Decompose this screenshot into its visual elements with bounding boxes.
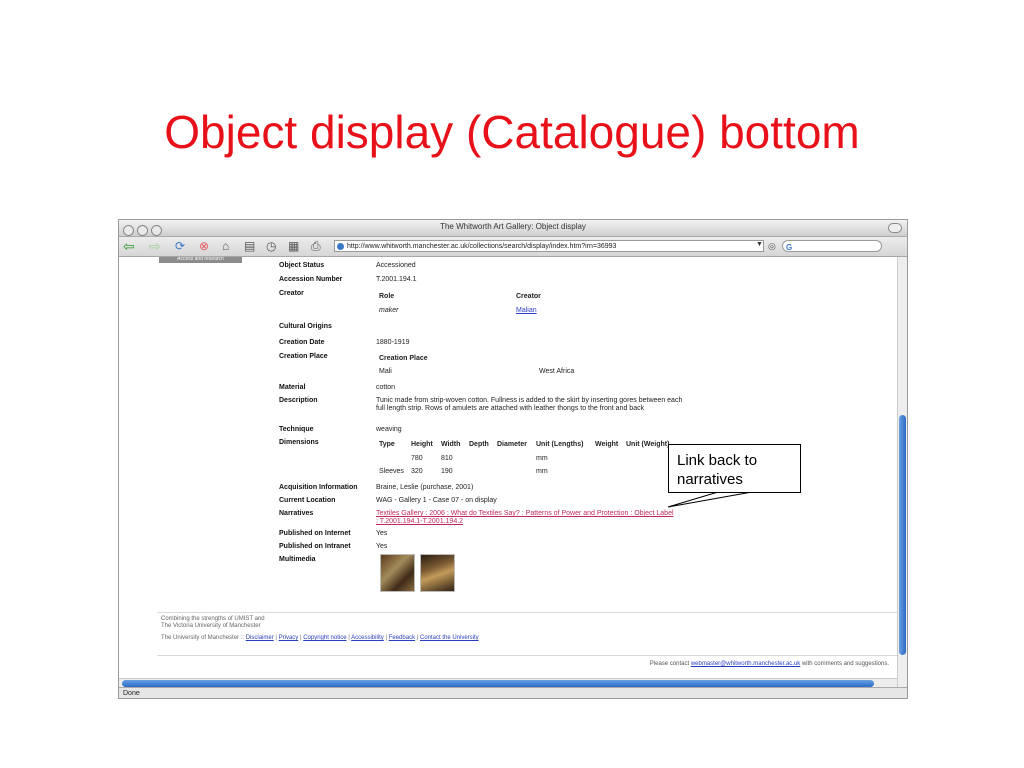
value-published-intranet: Yes (376, 543, 388, 550)
contact-prefix: Please contact (649, 661, 690, 667)
slide-title: Object display (Catalogue) bottom (164, 106, 860, 158)
footer-link-disclaimer[interactable]: Disclaimer (246, 635, 274, 641)
address-bar[interactable]: http://www.whitworth.manchester.ac.uk/co… (334, 240, 764, 252)
contact-suffix: with comments and suggestions. (801, 661, 889, 667)
label-creation-place: Creation Place (279, 353, 328, 360)
footer-divider (157, 612, 897, 613)
value-material: cotton (376, 384, 396, 391)
calendar-icon[interactable]: ▦ (288, 239, 299, 253)
creator-role: maker (379, 307, 399, 314)
print-icon[interactable]: ⎙ (311, 239, 321, 253)
creation-place-header: Creation Place (379, 355, 428, 362)
address-dropdown-icon[interactable]: ▼ (756, 241, 763, 248)
value-object-status: Accessioned (376, 262, 416, 269)
multimedia-thumbnail-2[interactable] (420, 554, 455, 592)
creator-role-header: Role (379, 293, 395, 300)
contact-line: Please contact webmaster@whitworth.manch… (650, 661, 889, 667)
navigation-toolbar: ⇦ ⇨ ⟳ ⊗ ⌂ ▤ ◷ ▦ ⎙ http://www.whitworth.m… (119, 237, 907, 257)
label-published-internet: Published on Internet (279, 530, 351, 537)
label-material: Material (279, 384, 306, 391)
label-accession-number: Accession Number (279, 276, 343, 283)
footer-university: The University of Manchester :: (161, 635, 245, 641)
horizontal-scroll-thumb[interactable] (122, 680, 874, 687)
back-arrow-icon[interactable]: ⇦ (123, 239, 135, 253)
label-technique: Technique (279, 426, 314, 433)
label-narratives: Narratives (279, 510, 314, 517)
footer-line-2: The Victoria University of Manchester (161, 623, 261, 629)
value-acquisition: Braine, Leslie (purchase, 2001) (376, 484, 474, 491)
callout-box: Link back to narratives (668, 444, 801, 493)
dim-header-weight: Weight (595, 441, 619, 448)
globe-icon (337, 243, 344, 250)
creator-name-header: Creator (516, 293, 541, 300)
history-icon[interactable]: ◷ (266, 239, 276, 253)
footer-link-feedback[interactable]: Feedback (389, 635, 415, 641)
sidebar-button-access-research[interactable]: Access and research (159, 257, 242, 263)
refresh-icon[interactable]: ⟳ (175, 239, 185, 253)
url-text: http://www.whitworth.manchester.ac.uk/co… (347, 243, 617, 250)
google-search-icon: G (786, 243, 793, 252)
label-acquisition: Acquisition Information (279, 484, 358, 491)
vertical-scroll-thumb[interactable] (899, 415, 906, 655)
dim-header-type: Type (379, 441, 395, 448)
label-description: Description (279, 397, 318, 404)
footer-line-1: Combining the strengths of UMIST and (161, 616, 265, 622)
footer-link-privacy[interactable]: Privacy (279, 635, 299, 641)
status-bar: Done (119, 687, 907, 698)
dim-row2-height: 320 (411, 468, 423, 475)
dim-header-width: Width (441, 441, 461, 448)
dim-header-diameter: Diameter (497, 441, 527, 448)
stop-icon[interactable]: ⊗ (199, 239, 209, 253)
footer-link-accessibility[interactable]: Accessibility (351, 635, 384, 641)
title-bar: The Whitworth Art Gallery: Object displa… (119, 220, 907, 237)
value-technique: weaving (376, 426, 402, 433)
label-dimensions: Dimensions (279, 439, 319, 446)
window-title: The Whitworth Art Gallery: Object displa… (440, 222, 586, 231)
dim-header-height: Height (411, 441, 433, 448)
label-multimedia: Multimedia (279, 556, 316, 563)
dim-row2-width: 190 (441, 468, 453, 475)
dim-header-depth: Depth (469, 441, 489, 448)
search-input[interactable]: G (782, 240, 882, 252)
dim-header-unit-weight: Unit (Weight) (626, 441, 670, 448)
value-creation-date: 1880-1919 (376, 339, 410, 346)
bookmark-icon[interactable]: ▤ (244, 239, 255, 253)
label-creation-date: Creation Date (279, 339, 325, 346)
footer-divider-2 (157, 655, 897, 656)
toolbar-toggle-button[interactable] (888, 223, 902, 233)
value-accession-number: T.2001.194.1 (376, 276, 417, 283)
narratives-link[interactable]: Textiles Gallery : 2006 : What do Textil… (376, 510, 676, 526)
label-object-status: Object Status (279, 262, 325, 269)
label-cultural-origins: Cultural Origins (279, 323, 332, 330)
dim-header-unit-lengths: Unit (Lengths) (536, 441, 584, 448)
contact-email-link[interactable]: webmaster@whitworth.manchester.ac.uk (691, 661, 800, 667)
dim-row2-type: Sleeves (379, 468, 404, 475)
footer-link-contact[interactable]: Contact the University (420, 635, 479, 641)
label-current-location: Current Location (279, 497, 336, 504)
creator-link[interactable]: Malian (516, 307, 537, 314)
label-creator: Creator (279, 290, 304, 297)
label-published-intranet: Published on Intranet (279, 543, 351, 550)
home-icon[interactable]: ⌂ (222, 239, 229, 253)
dim-row1-unit: mm (536, 455, 548, 462)
dim-row1-width: 810 (441, 455, 453, 462)
dim-row2-unit: mm (536, 468, 548, 475)
multimedia-thumbnail-1[interactable] (380, 554, 415, 592)
value-description: Tunic made from strip-woven cotton. Full… (376, 397, 683, 412)
value-published-internet: Yes (376, 530, 388, 537)
creation-place-value: Mali (379, 368, 392, 375)
footer-link-copyright[interactable]: Copyright notice (303, 635, 346, 641)
value-current-location: WAG - Gallery 1 - Case 07 - on display (376, 497, 497, 504)
creation-place-region: West Africa (539, 368, 575, 375)
forward-arrow-icon[interactable]: ⇨ (149, 239, 161, 253)
go-icon[interactable]: ◎ (768, 239, 776, 253)
vertical-scrollbar[interactable] (897, 257, 907, 687)
footer-links: The University of Manchester :: Disclaim… (161, 635, 479, 641)
dim-row1-height: 780 (411, 455, 423, 462)
